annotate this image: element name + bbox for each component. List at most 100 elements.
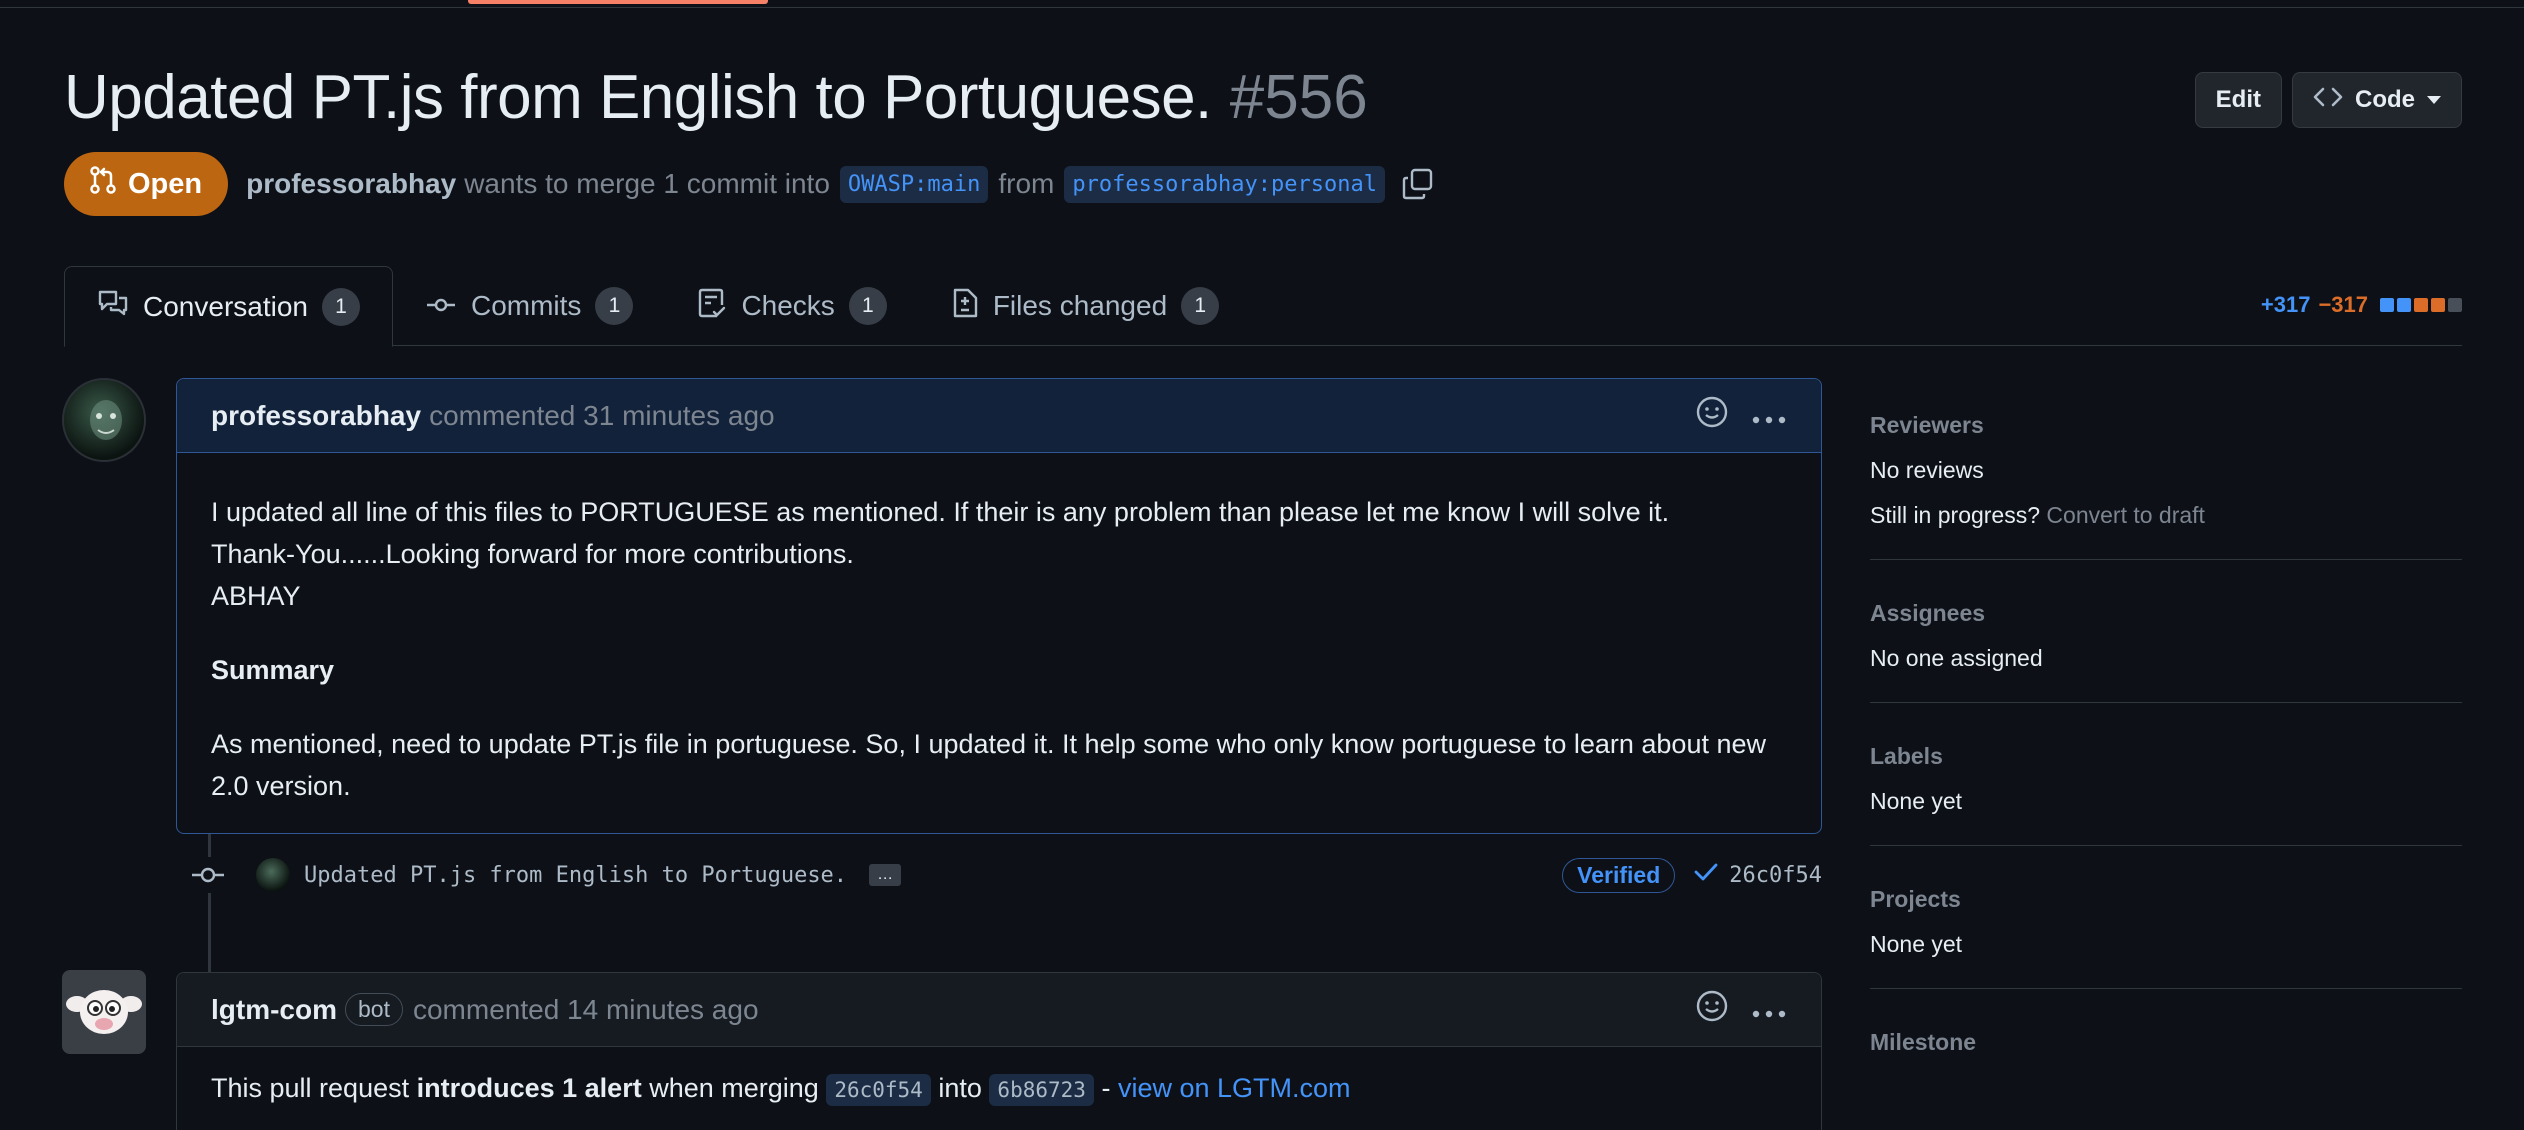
tab-checks[interactable]: Checks 1 xyxy=(665,266,918,346)
diffstat-block xyxy=(2380,298,2394,312)
expand-commit-button[interactable]: … xyxy=(869,864,902,886)
projects-value: None yet xyxy=(1870,931,1963,957)
status-badge-label: Open xyxy=(128,167,203,200)
git-commit-icon xyxy=(425,290,457,322)
pr-title-row: Updated PT.js from English to Portuguese… xyxy=(64,62,1368,133)
tab-commits[interactable]: Commits 1 xyxy=(393,266,665,346)
tab-label: Conversation xyxy=(143,290,308,322)
code-button[interactable]: Code xyxy=(2292,72,2462,128)
draft-prompt: Still in progress? Convert to draft xyxy=(1870,502,2462,529)
pull-request-icon xyxy=(88,165,118,203)
smiley-icon[interactable] xyxy=(1695,395,1729,436)
comment-paragraph: As mentioned, need to update PT.js file … xyxy=(211,729,1766,801)
comment-paragraph: I updated all line of this files to PORT… xyxy=(211,491,1787,617)
inline-code[interactable]: 26c0f54 xyxy=(826,1074,931,1106)
comment-line: I updated all line of this files to PORT… xyxy=(211,497,1670,527)
labels-heading[interactable]: Labels xyxy=(1870,743,2462,770)
inline-code[interactable]: 6b86723 xyxy=(989,1074,1094,1106)
git-commit-icon xyxy=(190,857,226,893)
diffstat: +317 −317 xyxy=(2261,292,2462,318)
diffstat-block xyxy=(2431,298,2445,312)
comment-timestamp[interactable]: commented 31 minutes ago xyxy=(429,400,775,432)
status-badge: Open xyxy=(64,152,229,216)
verified-badge[interactable]: Verified xyxy=(1562,857,1676,893)
milestone-heading[interactable]: Milestone xyxy=(1870,1029,2462,1056)
diffstat-block xyxy=(2448,298,2462,312)
avatar[interactable] xyxy=(62,970,146,1054)
comment: lgtm-com bot commented 14 minutes ago Th… xyxy=(176,972,1822,1130)
comment-text: This pull request xyxy=(211,1073,410,1103)
pr-author-link[interactable]: professorabhay xyxy=(246,168,456,200)
diffstat-block xyxy=(2397,298,2411,312)
sidebar-reviewers: Reviewers No reviews Still in progress? … xyxy=(1870,400,2462,560)
kebab-horizontal-icon[interactable] xyxy=(1751,994,1787,1026)
tab-conversation[interactable]: Conversation 1 xyxy=(64,266,393,347)
comment-line: ABHAY xyxy=(211,581,301,611)
comment-header: lgtm-com bot commented 14 minutes ago xyxy=(177,973,1821,1047)
diffstat-block xyxy=(2414,298,2428,312)
code-icon xyxy=(2313,86,2343,115)
labels-value: None yet xyxy=(1870,788,1963,814)
assignees-heading[interactable]: Assignees xyxy=(1870,600,2462,627)
comment-timestamp[interactable]: commented 14 minutes ago xyxy=(413,994,759,1026)
deletions-count: −317 xyxy=(2318,292,2368,317)
head-branch[interactable]: professorabhay:personal xyxy=(1064,165,1385,203)
selected-nav-indicator xyxy=(468,0,768,4)
projects-heading[interactable]: Projects xyxy=(1870,886,2462,913)
tab-counter: 1 xyxy=(595,287,634,325)
header-actions: Edit Code xyxy=(2194,72,2462,128)
comment-heading: Summary xyxy=(211,655,335,685)
sidebar-projects: Projects None yet xyxy=(1870,846,2462,989)
draft-prompt-text: Still in progress? xyxy=(1870,502,2041,528)
convert-to-draft-link[interactable]: Convert to draft xyxy=(2046,502,2205,528)
comment-line: Thank-You......Looking forward for more … xyxy=(211,539,854,569)
tab-label: Commits xyxy=(470,290,582,321)
comment-author[interactable]: lgtm-com xyxy=(211,994,337,1026)
chevron-down-icon xyxy=(2427,96,2441,104)
kebab-horizontal-icon[interactable] xyxy=(1751,400,1787,432)
reviewers-value: No reviews xyxy=(1870,457,1984,483)
comment: professorabhay commented 31 minutes ago … xyxy=(176,378,1822,834)
tab-counter: 1 xyxy=(321,287,360,326)
lgtm-link[interactable]: view on LGTM.com xyxy=(1118,1073,1351,1103)
tab-label: Checks xyxy=(741,290,835,321)
bot-label: bot xyxy=(345,993,403,1026)
copy-icon[interactable] xyxy=(1401,167,1435,201)
tab-label: Files changed xyxy=(992,290,1168,321)
commit-sha[interactable]: 26c0f54 xyxy=(1693,861,1822,889)
from-text: from xyxy=(998,168,1055,199)
edit-button-label: Edit xyxy=(2215,86,2261,113)
assignees-value: No one assigned xyxy=(1870,645,2043,671)
additions-count: +317 xyxy=(2260,292,2311,317)
check-icon xyxy=(1693,861,1719,889)
merge-description: wants to merge 1 commit into xyxy=(464,168,830,199)
commit-message-link[interactable]: Updated PT.js from English to Portuguese… xyxy=(304,863,847,888)
avatar[interactable] xyxy=(62,378,146,462)
checklist-icon xyxy=(697,287,727,326)
tab-files-changed[interactable]: Files changed 1 xyxy=(919,266,1251,346)
comment-text: - xyxy=(1101,1073,1111,1103)
pr-sidebar: Reviewers No reviews Still in progress? … xyxy=(1870,400,2462,1104)
pr-state-row: Open professorabhay wants to merge 1 com… xyxy=(64,152,1435,216)
avatar[interactable] xyxy=(256,858,290,892)
file-diff-icon xyxy=(951,287,979,326)
base-branch[interactable]: OWASP:main xyxy=(839,165,989,203)
sidebar-labels: Labels None yet xyxy=(1870,703,2462,846)
sidebar-milestone: Milestone xyxy=(1870,989,2462,1104)
reviewers-heading[interactable]: Reviewers xyxy=(1870,412,2462,439)
comment-header: professorabhay commented 31 minutes ago xyxy=(177,379,1821,453)
top-nav-strip xyxy=(0,0,2524,8)
tab-counter: 1 xyxy=(848,287,887,325)
tab-counter: 1 xyxy=(1181,287,1220,325)
pr-number: #556 xyxy=(1229,63,1368,132)
commit-sha-text: 26c0f54 xyxy=(1729,862,1822,888)
comment-discussion-icon xyxy=(97,288,129,325)
edit-button[interactable]: Edit xyxy=(2194,72,2282,128)
sidebar-assignees: Assignees No one assigned xyxy=(1870,560,2462,703)
timeline-commit: Updated PT.js from English to Portuguese… xyxy=(190,850,1822,900)
code-button-label: Code xyxy=(2355,86,2415,113)
comment-author[interactable]: professorabhay xyxy=(211,400,421,432)
smiley-icon[interactable] xyxy=(1695,989,1729,1030)
pr-title: Updated PT.js from English to Portuguese… xyxy=(64,63,1212,132)
comment-text: into xyxy=(938,1073,982,1103)
